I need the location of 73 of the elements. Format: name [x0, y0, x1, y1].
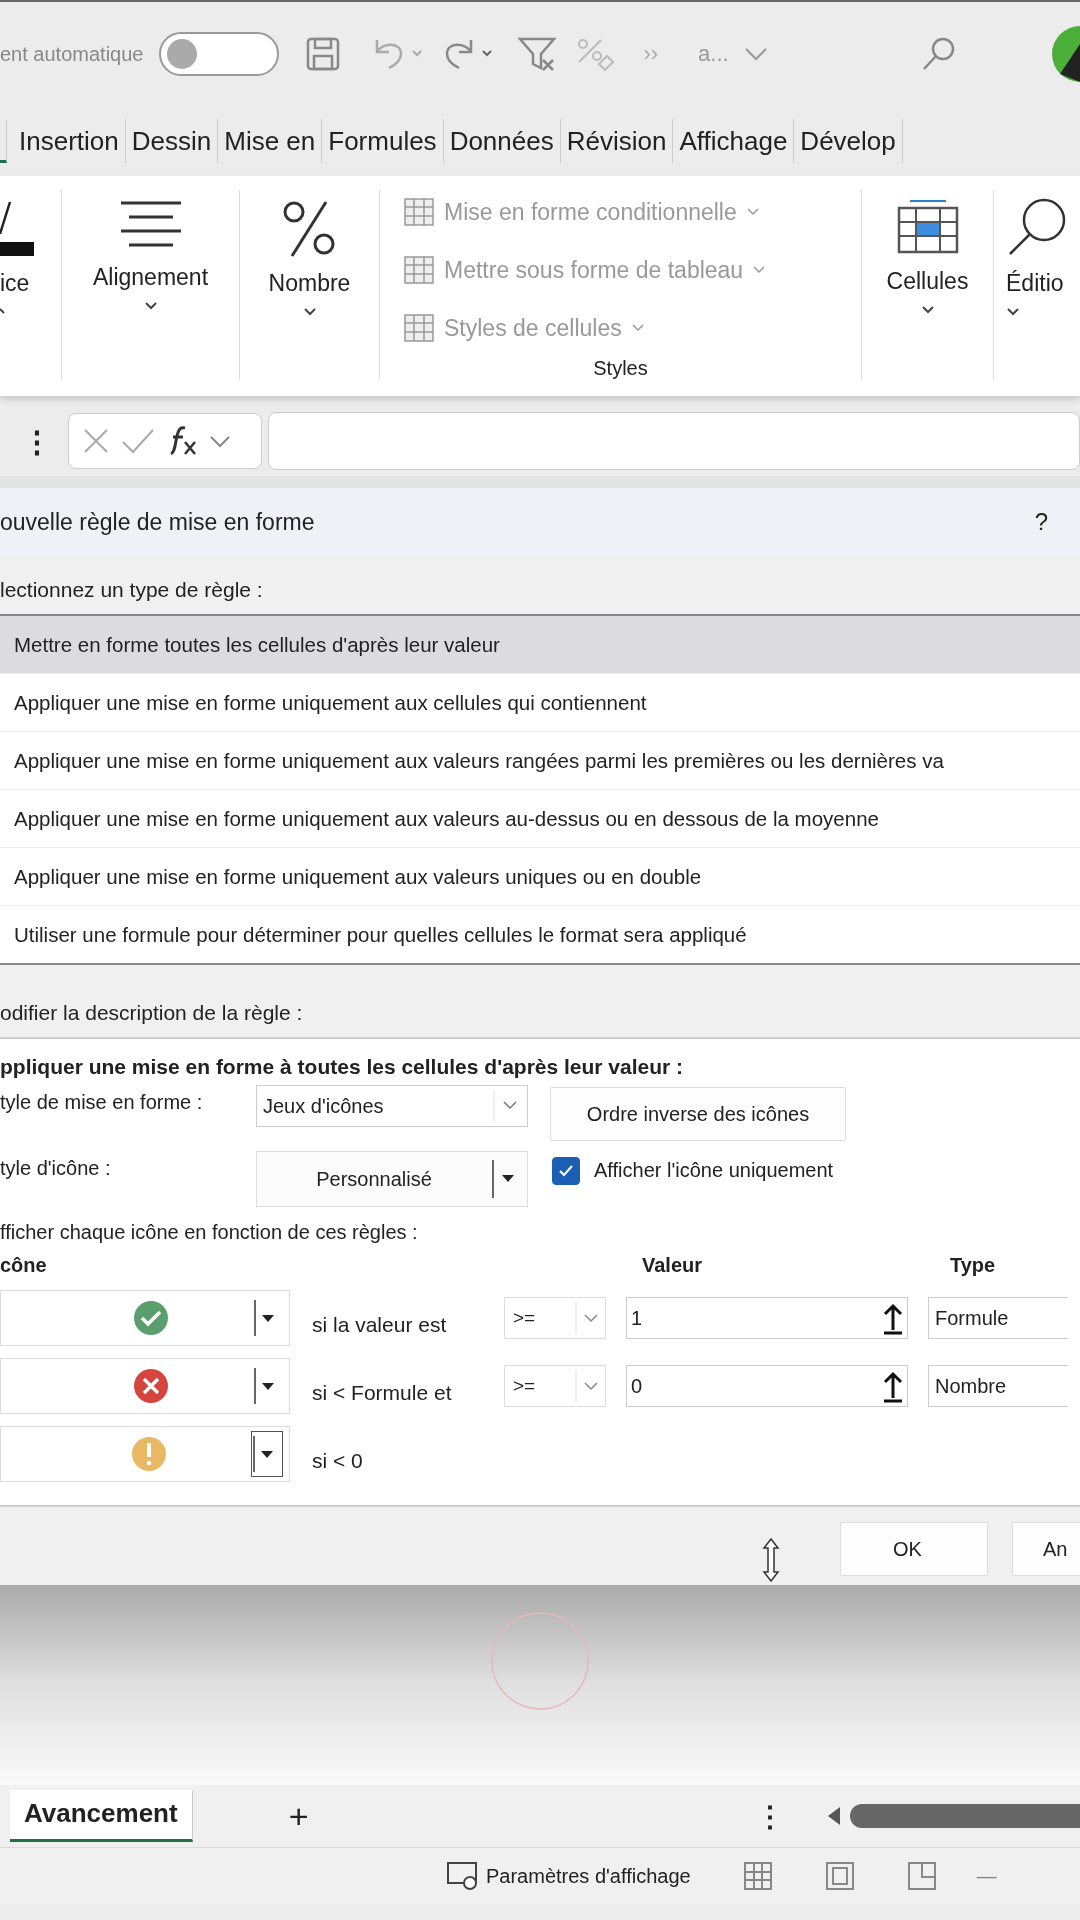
- condition-label: si la valeur est: [311, 1313, 448, 1337]
- rule-type-item[interactable]: Appliquer une mise en forme uniquement aux cellules qui contiennent: [0, 674, 1080, 732]
- group-label: Styles: [593, 357, 648, 380]
- page-break-icon[interactable]: [906, 1861, 937, 1891]
- checkbox[interactable]: [552, 1157, 580, 1185]
- more-icon[interactable]: ⋮: [22, 423, 52, 459]
- operator-dropdown[interactable]: >=: [504, 1297, 606, 1339]
- icon-picker[interactable]: [0, 1358, 290, 1414]
- value-field[interactable]: 1: [626, 1297, 908, 1339]
- ribbon-tab[interactable]: Dévelop: [794, 119, 903, 163]
- table-format-icon[interactable]: [404, 314, 434, 342]
- ribbon-tab[interactable]: Insertion: [13, 119, 126, 163]
- description-heading: ppliquer une mise en forme à toutes les cellules d'après leur valeur :: [0, 1055, 685, 1079]
- section-label: odifier la description de la règle :: [0, 1000, 304, 1026]
- condition-label: si < 0: [311, 1449, 364, 1473]
- group-label[interactable]: Alignement: [92, 264, 209, 291]
- value-field[interactable]: 0: [626, 1365, 908, 1407]
- type-dropdown[interactable]: Nombre: [928, 1365, 1068, 1407]
- ribbon-tab[interactable]: Affichage: [673, 119, 795, 163]
- group-label[interactable]: ice: [0, 270, 30, 297]
- more-icon[interactable]: ⋮: [756, 1799, 784, 1833]
- column-header: cône: [0, 1254, 48, 1278]
- icon-style-dropdown[interactable]: Personnalisé: [256, 1151, 528, 1207]
- chevron-icon[interactable]: [753, 266, 766, 274]
- tab-indicator: [0, 119, 7, 163]
- normal-view-icon[interactable]: [742, 1861, 773, 1891]
- help-button[interactable]: ?: [1034, 508, 1048, 536]
- condition-label: si < Formule et: [311, 1381, 453, 1405]
- dialog-button[interactable]: An: [1012, 1522, 1080, 1576]
- rules-label: fficher chaque icône en fonction de ces règles :: [0, 1221, 419, 1244]
- group-label[interactable]: Éditio: [1006, 270, 1064, 297]
- autosave-label: ent automatique: [0, 42, 144, 66]
- save-icon[interactable]: [305, 36, 342, 72]
- operator-dropdown[interactable]: >=: [504, 1365, 606, 1407]
- display-settings-button[interactable]: Paramètres d'affichage: [446, 1861, 691, 1891]
- table-format-icon[interactable]: [404, 198, 434, 226]
- cells-icon[interactable]: [895, 198, 960, 256]
- group-label[interactable]: Nombre: [268, 270, 351, 297]
- rule-type-item[interactable]: Appliquer une mise en forme uniquement aux valeurs au-dessus ou en dessous de la moyenne: [0, 790, 1080, 848]
- field-label: tyle de mise en forme :: [0, 1090, 204, 1114]
- column-header: Valeur: [642, 1254, 704, 1278]
- ribbon-tab[interactable]: Données: [443, 119, 561, 163]
- format-style-dropdown[interactable]: Jeux d'icônes: [256, 1085, 528, 1127]
- dialog-title: ouvelle règle de mise en forme: [0, 508, 315, 536]
- ribbon-tab[interactable]: Révision: [560, 119, 674, 163]
- ribbon-tab[interactable]: Mise en: [218, 119, 323, 163]
- rule-type-item[interactable]: Appliquer une mise en forme uniquement aux valeurs uniques ou en double: [0, 848, 1080, 906]
- rule-type-item[interactable]: Utiliser une formule pour déterminer pour quelles cellules le format sera appliqué: [0, 906, 1080, 963]
- add-sheet-button[interactable]: +: [288, 1796, 309, 1836]
- table-format-icon[interactable]: [404, 256, 434, 284]
- column-header: Type: [950, 1254, 996, 1278]
- chevron-icon[interactable]: [746, 208, 759, 216]
- autosave-toggle[interactable]: [159, 32, 280, 76]
- type-dropdown[interactable]: Formule: [928, 1297, 1068, 1339]
- section-label: lectionnez un type de règle :: [0, 577, 264, 603]
- chevron-icon[interactable]: [209, 434, 231, 448]
- sheet-tab[interactable]: Avancement: [10, 1790, 193, 1842]
- avatar-icon[interactable]: [1050, 24, 1080, 84]
- page-layout-icon[interactable]: [824, 1861, 855, 1891]
- reverse-icons-button[interactable]: Ordre inverse des icônes: [550, 1087, 846, 1141]
- group-label[interactable]: Cellules: [886, 268, 969, 295]
- resize-cursor-icon: [761, 1537, 781, 1583]
- ribbon-tab[interactable]: Dessin: [125, 119, 219, 163]
- rule-type-item[interactable]: Appliquer une mise en forme uniquement aux valeurs rangées parmi les premières ou les dernières va: [0, 732, 1080, 790]
- chevron-icon[interactable]: [631, 324, 644, 332]
- checkbox-label[interactable]: Afficher l'icône uniquement: [594, 1159, 834, 1182]
- ribbon-tab[interactable]: Formules: [322, 119, 444, 163]
- formula-input[interactable]: [268, 412, 1080, 470]
- field-label: tyle d'icône :: [0, 1156, 112, 1180]
- display-settings-icon[interactable]: [446, 1861, 480, 1891]
- rule-type-item[interactable]: Mettre en forme toutes les cellules d'après leur valeur: [0, 616, 1080, 674]
- scrollbar-thumb[interactable]: [850, 1804, 1080, 1828]
- dialog-button[interactable]: OK: [840, 1522, 988, 1576]
